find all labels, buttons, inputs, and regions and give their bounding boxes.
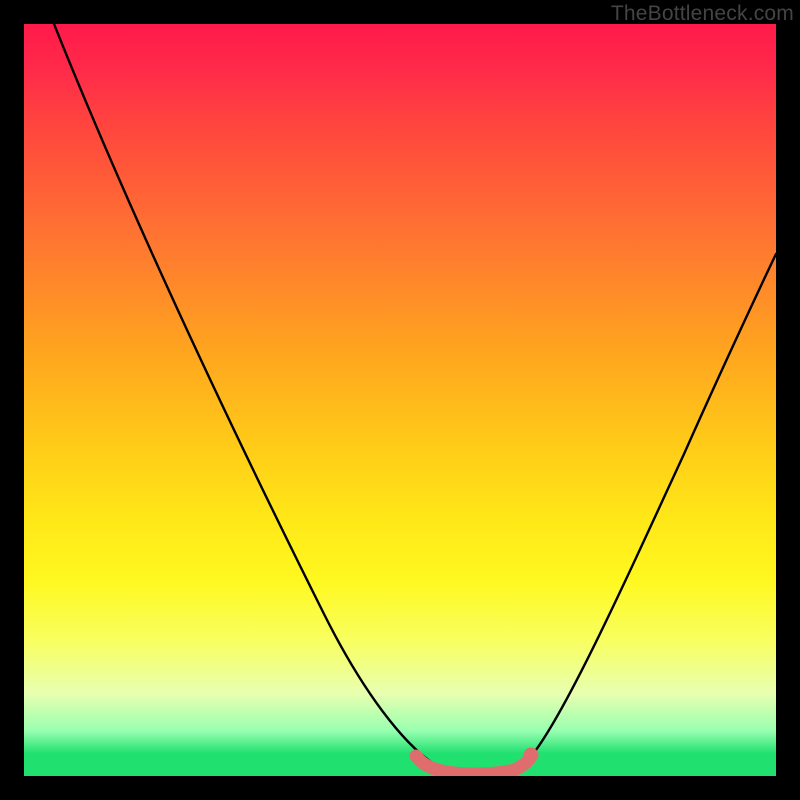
marker-dot [524, 748, 539, 763]
chart-frame: TheBottleneck.com [0, 0, 800, 800]
highlight-band [416, 756, 530, 774]
plot-area [24, 24, 776, 776]
bottleneck-curve [54, 24, 776, 772]
watermark-text: TheBottleneck.com [611, 2, 794, 26]
curve-layer [24, 24, 776, 776]
